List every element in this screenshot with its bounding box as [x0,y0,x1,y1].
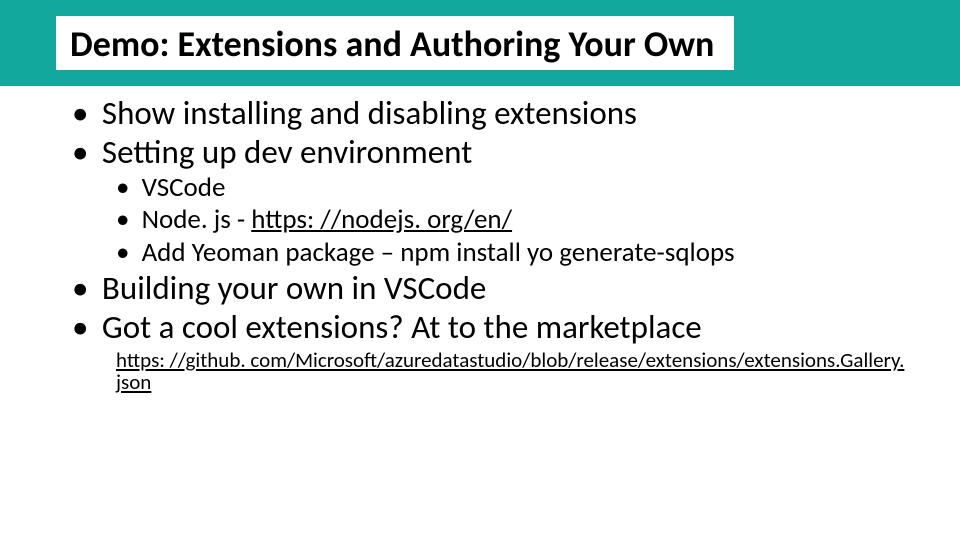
bullet-yeoman: Add Yeoman package – npm install yo gene… [116,237,920,269]
title-bar: Demo: Extensions and Authoring Your Own [0,0,960,86]
bullet-prefix: Node. js - [142,203,252,236]
slide-content: Show installing and disabling extensions… [0,86,960,393]
nodejs-link[interactable]: https: //nodejs. org/en/ [251,203,512,236]
bullet-text: Setting up dev environment [102,132,472,172]
bullet-building-own: Building your own in VSCode [72,269,920,308]
github-link[interactable]: https: //github. com/Microsoft/azuredata… [116,349,920,393]
bullet-text: Show installing and disabling extensions [102,93,637,133]
bullet-prefix: Add Yeoman package – [142,236,401,269]
bullet-show-installing: Show installing and disabling extensions [72,94,920,133]
bullet-text: Got a cool extensions? At to the marketp… [102,307,702,347]
bullet-vscode: VSCode [116,172,920,204]
bullet-text: Building your own in VSCode [102,268,486,308]
bullet-text: VSCode [142,171,226,204]
bullet-nodejs: Node. js - https: //nodejs. org/en/ [116,204,920,236]
bullet-marketplace: Got a cool extensions? At to the marketp… [72,308,920,347]
bullet-setup-dev: Setting up dev environment [72,133,920,172]
slide-title: Demo: Extensions and Authoring Your Own [56,16,734,70]
npm-command: npm install yo generate-sqlops [400,236,734,269]
